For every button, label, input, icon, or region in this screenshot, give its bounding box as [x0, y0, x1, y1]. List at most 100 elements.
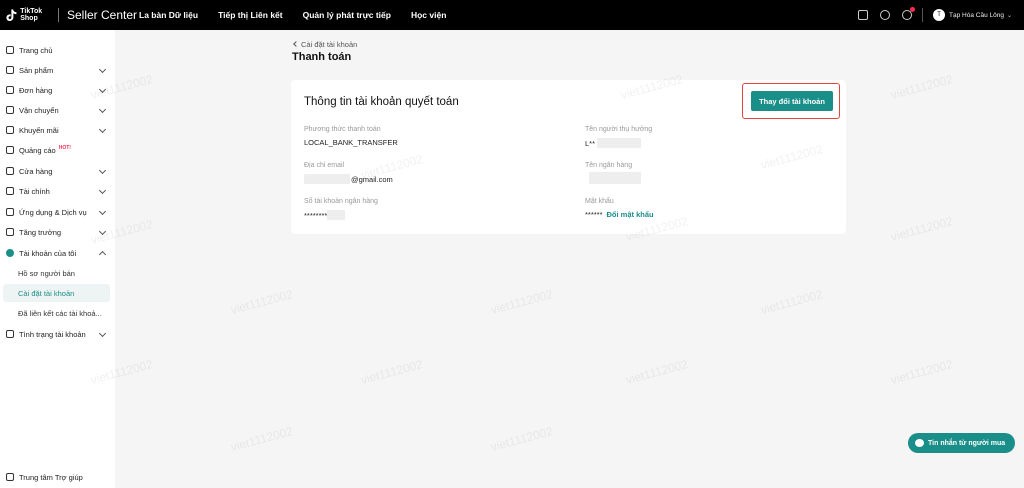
store-icon [6, 167, 14, 175]
ads-icon [6, 146, 14, 154]
change-account-button[interactable]: Thay đổi tài khoản [751, 91, 833, 111]
top-nav: La bàn Dữ liệu Tiếp thị Liên kết Quản lý… [139, 10, 466, 20]
sidebar: Trang chủ Sản phẩm Đơn hàng Vận chuyển K… [0, 30, 115, 488]
logo-text: TikTok Shop [20, 8, 43, 22]
sidebar-item-label: Tăng trưởng [19, 227, 62, 237]
redacted-mask [597, 138, 642, 148]
tiktok-shop-logo[interactable]: TikTok Shop [6, 8, 56, 22]
home-icon [6, 46, 14, 54]
card-title: Thông tin tài khoản quyết toán [304, 96, 459, 108]
breadcrumb-label: Cài đặt tài khoản [301, 40, 358, 49]
beneficiary-value: L** [585, 138, 642, 148]
hot-badge: HOT! [58, 145, 71, 151]
chevron-down-icon [98, 329, 107, 338]
account-number-text: ******** [304, 210, 328, 220]
user-name[interactable]: Tạp Hóa Cầu Lông [949, 12, 1004, 19]
sidebar-item-label: Đơn hàng [19, 85, 53, 95]
help-icon [6, 473, 14, 481]
watermark: viet1112002 [359, 357, 425, 387]
sidebar-item-label: Tài khoản của tôi [19, 248, 77, 258]
redacted-mask [304, 174, 350, 184]
sidebar-item-store[interactable]: Cửa hàng [0, 162, 115, 180]
product-icon [6, 66, 14, 74]
logo-divider [58, 8, 59, 22]
growth-icon [6, 228, 14, 236]
sidebar-item-apps[interactable]: Ứng dụng & Dịch vụ [0, 203, 115, 221]
bank-name-label: Tên ngân hàng [585, 162, 633, 169]
sidebar-item-label: Sản phẩm [19, 65, 54, 75]
payment-method-label: Phương thức thanh toán [304, 126, 381, 133]
sidebar-item-my-account[interactable]: Tài khoản của tôi [0, 244, 115, 262]
sidebar-subitem-linked-accounts[interactable]: Đã liên kết các tài khoả... [0, 304, 115, 322]
sidebar-item-account-status[interactable]: Tình trạng tài khoản [0, 325, 115, 343]
back-arrow-icon [293, 41, 299, 47]
watermark: viet1112002 [759, 287, 825, 317]
chevron-down-icon[interactable]: ⌄ [1007, 12, 1012, 19]
nav-affiliate[interactable]: Tiếp thị Liên kết [218, 10, 283, 20]
chevron-down-icon [98, 65, 107, 74]
breadcrumb[interactable]: Cài đặt tài khoản [293, 40, 358, 49]
help-center-link[interactable]: Trung tâm Trợ giúp [0, 470, 83, 484]
account-number-value: ******** [304, 210, 346, 220]
watermark: viet1112002 [624, 357, 690, 387]
change-password-link[interactable]: Đổi mật khẩu [607, 210, 654, 219]
bell-icon[interactable] [902, 7, 916, 20]
sidebar-item-label: Cửa hàng [19, 166, 53, 176]
notification-dot [910, 7, 916, 12]
buyer-messages-button[interactable]: Tin nhắn từ người mua [908, 433, 1015, 453]
password-label: Mật khẩu [585, 198, 614, 205]
account-number-label: Số tài khoản ngân hàng [304, 198, 378, 205]
chevron-down-icon [98, 207, 107, 216]
chat-bubble-icon [915, 439, 924, 447]
sidebar-item-label: Khuyến mãi [19, 125, 59, 135]
top-divider [922, 8, 924, 22]
avatar[interactable]: T [933, 9, 946, 21]
help-label: Trung tâm Trợ giúp [19, 472, 83, 482]
nav-livestream[interactable]: Quản lý phát trực tiếp [303, 10, 391, 20]
sidebar-item-orders[interactable]: Đơn hàng [0, 81, 115, 99]
sidebar-item-shipping[interactable]: Vận chuyển [0, 101, 115, 119]
sidebar-item-label: Vận chuyển [19, 105, 59, 115]
brand-title[interactable]: Seller Center [67, 8, 139, 22]
apps-icon [6, 208, 14, 216]
watermark: viet1112002 [889, 357, 955, 387]
sidebar-subitem-account-settings[interactable]: Cài đặt tài khoản [3, 284, 110, 302]
tiktok-logo-icon [6, 9, 17, 22]
sidebar-item-label: Tình trạng tài khoản [19, 329, 86, 339]
chevron-down-icon [98, 105, 107, 114]
heart-icon [6, 330, 14, 338]
support-icon[interactable] [880, 10, 891, 20]
watermark: viet1112002 [489, 424, 555, 454]
chevron-down-icon [98, 166, 107, 175]
sidebar-item-promotions[interactable]: Khuyến mãi [0, 121, 115, 139]
email-value: @gmail.com [304, 174, 393, 184]
top-bar: TikTok Shop Seller Center La bàn Dữ liệu… [0, 0, 1024, 30]
sidebar-item-finance[interactable]: Tài chính [0, 182, 115, 200]
payment-method-value: LOCAL_BANK_TRANSFER [304, 138, 398, 147]
sidebar-item-label: Trang chủ [19, 45, 53, 55]
sidebar-subitem-seller-profile[interactable]: Hồ sơ người bán [0, 264, 115, 282]
beneficiary-text: L** [585, 138, 596, 148]
megaphone-icon [6, 126, 14, 134]
nav-academy[interactable]: Học viện [411, 10, 446, 20]
page-title: Thanh toán [292, 51, 352, 63]
top-right-tools: T Tạp Hóa Cầu Lông ⌄ [846, 0, 1012, 30]
finance-icon [6, 187, 14, 195]
password-value: ****** Đổi mật khẩu [585, 210, 654, 219]
sidebar-item-ads[interactable]: Quảng cáo HOT! [0, 141, 115, 159]
chevron-down-icon [98, 125, 107, 134]
truck-icon [6, 106, 14, 114]
chat-button-label: Tin nhắn từ người mua [928, 439, 1006, 447]
sidebar-item-home[interactable]: Trang chủ [0, 41, 115, 59]
redacted-mask [327, 210, 346, 220]
watermark: viet1112002 [489, 287, 555, 317]
sidebar-item-products[interactable]: Sản phẩm [0, 61, 115, 79]
mobile-icon[interactable] [858, 10, 869, 20]
sidebar-item-growth[interactable]: Tăng trưởng [0, 223, 115, 241]
chevron-down-icon [98, 85, 107, 94]
chevron-down-icon [98, 227, 107, 236]
nav-data-compass[interactable]: La bàn Dữ liệu [139, 10, 198, 20]
redacted-mask [589, 172, 641, 184]
email-text: @gmail.com [351, 174, 393, 184]
watermark: viet1112002 [889, 72, 955, 102]
